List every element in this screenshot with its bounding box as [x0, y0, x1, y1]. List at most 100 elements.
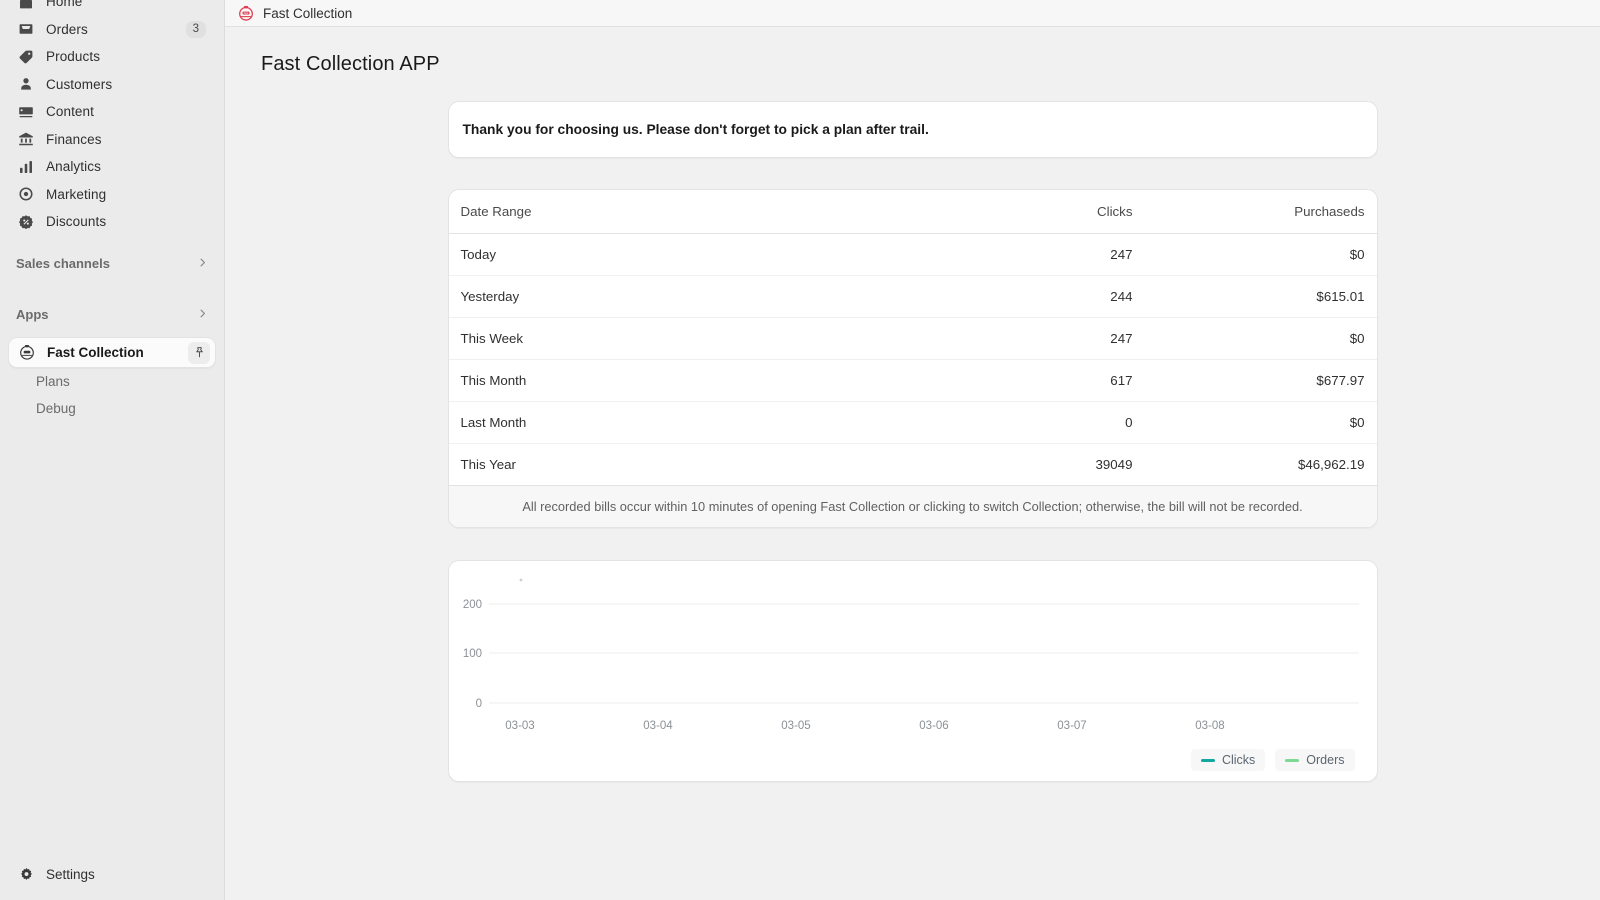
pin-icon[interactable] — [188, 342, 210, 364]
sidebar-subitem-plans[interactable]: Plans — [0, 368, 224, 395]
sidebar-item-orders[interactable]: Orders 3 — [8, 16, 216, 44]
chart-point-marker — [519, 579, 522, 582]
sidebar-nav: Home Orders 3 Products Customers — [0, 0, 224, 236]
app-root: Home Orders 3 Products Customers — [0, 0, 1600, 900]
table-row: Last Month 0 $0 — [449, 402, 1377, 444]
discount-badge-icon — [16, 212, 36, 232]
cell-purchased: $0 — [1144, 318, 1376, 360]
sidebar-item-label: Discounts — [46, 214, 106, 229]
cell-date-range: This Week — [449, 318, 932, 360]
sidebar-section-sales-channels[interactable]: Sales channels — [0, 250, 224, 278]
legend-swatch-orders — [1285, 759, 1299, 762]
table-row: This Week 247 $0 — [449, 318, 1377, 360]
legend-label: Orders — [1306, 753, 1344, 767]
sidebar: Home Orders 3 Products Customers — [0, 0, 225, 900]
table-row: This Year 39049 $46,962.19 — [449, 444, 1377, 486]
x-tick-label: 03-08 — [1195, 720, 1224, 732]
trial-banner: Thank you for choosing us. Please don't … — [448, 101, 1378, 158]
fast-collection-logo — [17, 343, 36, 362]
table-row: This Month 617 $677.97 — [449, 360, 1377, 402]
cell-date-range: Today — [449, 234, 932, 276]
svg-text:Fast: Fast — [244, 12, 249, 15]
sidebar-item-label: Settings — [46, 867, 95, 882]
banner-message: Thank you for choosing us. Please don't … — [463, 122, 929, 137]
cell-purchased: $615.01 — [1144, 276, 1376, 318]
cell-purchased: $0 — [1144, 234, 1376, 276]
home-icon — [16, 0, 36, 12]
column-header-date-range: Date Range — [449, 190, 932, 234]
cell-date-range: This Month — [449, 360, 932, 402]
gear-icon — [16, 867, 36, 882]
table-footnote: All recorded bills occur within 10 minut… — [449, 486, 1377, 527]
cell-clicks: 39049 — [931, 444, 1144, 486]
sidebar-item-label: Products — [46, 49, 100, 64]
topbar-app-label: Fast Collection — [263, 6, 352, 21]
x-tick-label: 03-05 — [781, 720, 810, 732]
cell-purchased: $46,962.19 — [1144, 444, 1376, 486]
sidebar-section-apps[interactable]: Apps — [0, 301, 224, 329]
sidebar-item-products[interactable]: Products — [8, 43, 216, 71]
sidebar-item-content[interactable]: Content — [8, 98, 216, 126]
sidebar-item-finances[interactable]: Finances — [8, 126, 216, 154]
x-tick-label: 03-04 — [643, 720, 673, 732]
sidebar-subitem-debug[interactable]: Debug — [0, 395, 224, 422]
section-label: Sales channels — [16, 256, 110, 271]
content-image-icon — [16, 102, 36, 122]
sidebar-item-discounts[interactable]: Discounts — [8, 208, 216, 236]
sidebar-item-label: Content — [46, 104, 94, 119]
fast-collection-logo: Fast — [237, 4, 255, 22]
bank-icon — [16, 129, 36, 149]
cell-clicks: 617 — [931, 360, 1144, 402]
column-header-clicks: Clicks — [931, 190, 1144, 234]
legend-item-clicks[interactable]: Clicks — [1191, 749, 1265, 771]
chevron-right-icon — [197, 308, 208, 321]
cell-date-range: Last Month — [449, 402, 932, 444]
main-area: Fast Fast Collection Fast Collection APP… — [225, 0, 1600, 900]
sidebar-item-marketing[interactable]: Marketing — [8, 181, 216, 209]
x-tick-label: 03-07 — [1057, 720, 1086, 732]
table-row: Today 247 $0 — [449, 234, 1377, 276]
person-icon — [16, 74, 36, 94]
column-header-purchaseds: Purchaseds — [1144, 190, 1376, 234]
sidebar-item-label: Home — [46, 0, 82, 9]
sidebar-item-label: Orders — [46, 22, 88, 37]
table-header-row: Date Range Clicks Purchaseds — [449, 190, 1377, 234]
legend-label: Clicks — [1222, 753, 1255, 767]
stats-card: Date Range Clicks Purchaseds Today 247 $… — [448, 189, 1378, 528]
stats-table: Date Range Clicks Purchaseds Today 247 $… — [449, 190, 1377, 486]
sidebar-item-label: Customers — [46, 77, 112, 92]
sidebar-item-label: Finances — [46, 132, 102, 147]
y-tick-label: 200 — [462, 599, 481, 611]
chevron-right-icon — [197, 257, 208, 270]
y-tick-label: 100 — [462, 648, 481, 660]
cell-date-range: Yesterday — [449, 276, 932, 318]
sidebar-item-label: Analytics — [46, 159, 101, 174]
topbar: Fast Fast Collection — [225, 0, 1600, 27]
orders-inbox-icon — [16, 19, 36, 39]
sidebar-item-customers[interactable]: Customers — [8, 71, 216, 99]
bar-chart-icon — [16, 157, 36, 177]
cell-clicks: 244 — [931, 276, 1144, 318]
sidebar-subitem-label: Plans — [36, 374, 70, 389]
sidebar-subitem-label: Debug — [36, 401, 76, 416]
tag-icon — [16, 47, 36, 67]
legend-swatch-clicks — [1201, 759, 1215, 762]
target-icon — [16, 184, 36, 204]
sidebar-item-fast-collection[interactable]: Fast Collection — [8, 337, 216, 368]
x-tick-label: 03-06 — [919, 720, 948, 732]
sidebar-item-settings[interactable]: Settings — [8, 860, 103, 888]
legend-item-orders[interactable]: Orders — [1275, 749, 1354, 771]
sidebar-item-analytics[interactable]: Analytics — [8, 153, 216, 181]
sidebar-item-label: Marketing — [46, 187, 106, 202]
cell-purchased: $0 — [1144, 402, 1376, 444]
cell-clicks: 247 — [931, 318, 1144, 360]
page-title: Fast Collection APP — [225, 27, 1600, 76]
cell-date-range: This Year — [449, 444, 932, 486]
chart-card: 200 100 0 03-03 03-04 03-05 03-06 03-07 … — [448, 560, 1378, 782]
sidebar-item-home[interactable]: Home — [8, 0, 216, 16]
cell-purchased: $677.97 — [1144, 360, 1376, 402]
chart-legend: Clicks Orders — [1191, 749, 1355, 771]
orders-count-badge: 3 — [186, 21, 206, 38]
table-row: Yesterday 244 $615.01 — [449, 276, 1377, 318]
sidebar-item-label: Fast Collection — [47, 345, 144, 360]
